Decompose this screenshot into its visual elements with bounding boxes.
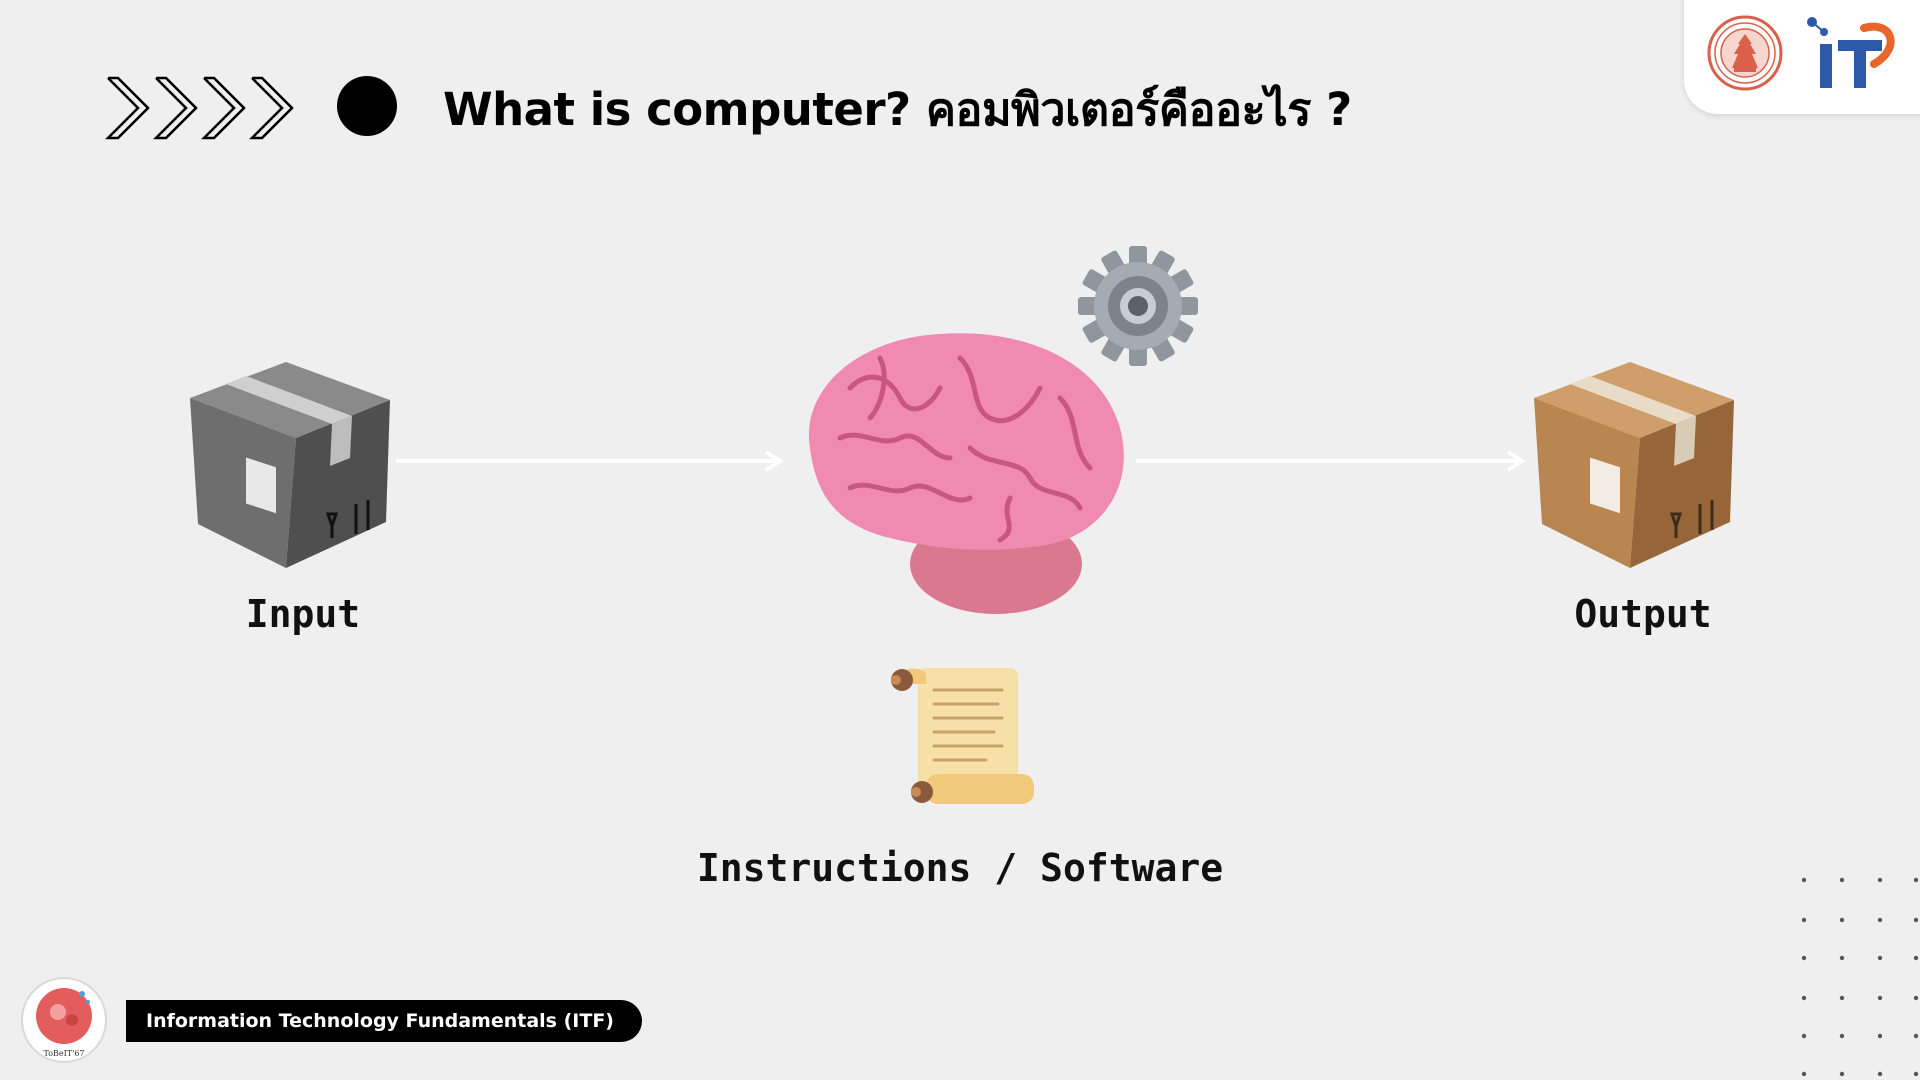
input-box-icon	[190, 362, 390, 568]
page-title: What is computer? คอมพิวเตอร์คืออะไร ?	[443, 83, 1352, 136]
arrow-input-to-process	[396, 450, 784, 472]
dot-grid-decoration	[1801, 877, 1919, 1077]
course-pill: Information Technology Fundamentals (ITF…	[126, 1000, 642, 1042]
scroll-icon	[891, 668, 1034, 804]
gear-icon	[1078, 246, 1198, 366]
instructions-software-label: Instructions / Software	[696, 846, 1224, 890]
university-seal-icon	[1707, 15, 1783, 91]
badge-text: ToBeIT'67	[43, 1049, 84, 1058]
input-label: Input	[245, 592, 361, 636]
output-label: Output	[1574, 592, 1712, 636]
chevrons-decoration	[104, 76, 294, 140]
bullet-dot	[337, 76, 397, 136]
output-box-icon	[1534, 362, 1734, 568]
it-logo-icon	[1807, 17, 1895, 88]
arrow-process-to-output	[1136, 450, 1526, 472]
tobeit-badge-icon: ToBeIT'67	[21, 977, 107, 1063]
